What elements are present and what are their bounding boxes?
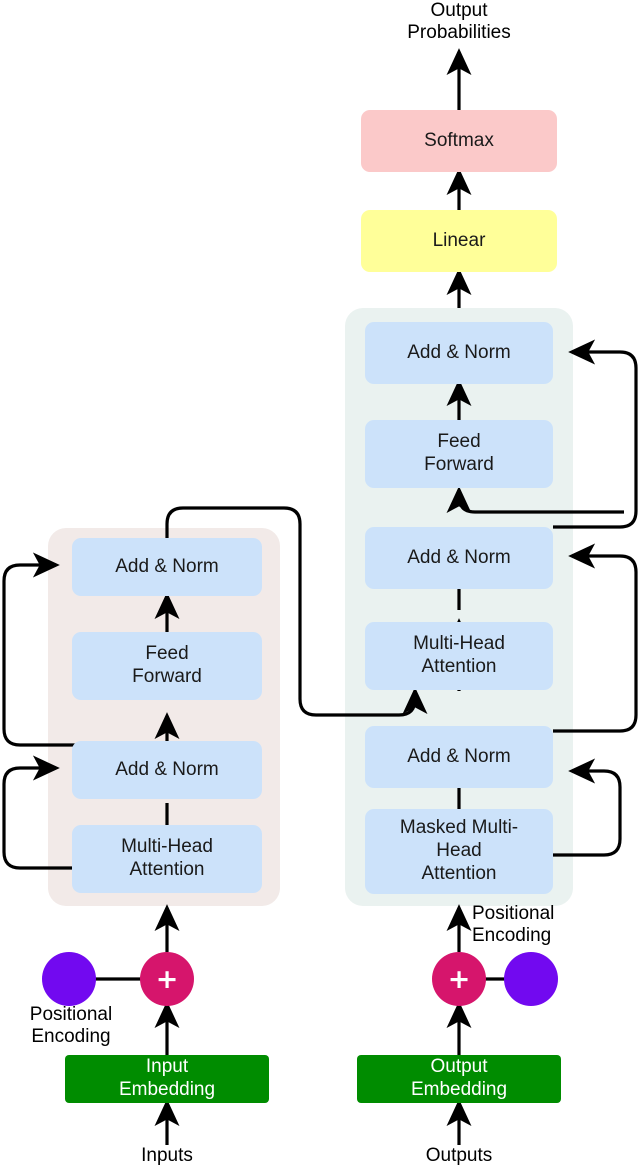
encoder-multi-head-attention: Multi-Head Attention <box>72 825 262 893</box>
softmax-node: Softmax <box>361 110 557 172</box>
decoder-add-norm-3: Add & Norm <box>365 322 553 384</box>
encoder-positional-encoding-label: Positional Encoding <box>29 1004 113 1048</box>
decoder-sum-node: + <box>432 952 486 1006</box>
decoder-add-norm-1: Add & Norm <box>365 726 553 788</box>
decoder-output-embedding: Output Embedding <box>357 1055 561 1103</box>
transformer-architecture-diagram: Output Probabilities Softmax Linear Add … <box>0 0 640 1171</box>
arrow-dec-addnorm2-to-ff <box>446 486 624 514</box>
residual-decoder-cross-attn <box>553 543 638 733</box>
decoder-masked-multi-head-attention: Masked Multi- Head Attention <box>365 809 553 894</box>
decoder-add-norm-2: Add & Norm <box>365 527 553 589</box>
residual-decoder-ff <box>553 339 638 529</box>
decoder-feed-forward: Feed Forward <box>365 420 553 488</box>
outputs-label: Outputs <box>425 1145 493 1166</box>
encoder-add-norm-2: Add & Norm <box>72 538 262 596</box>
output-probabilities-label: Output Probabilities <box>407 0 511 44</box>
decoder-multi-head-attention: Multi-Head Attention <box>365 622 553 690</box>
inputs-label: Inputs <box>141 1145 193 1166</box>
decoder-positional-encoding-label: Positional Encoding <box>472 903 555 947</box>
encoder-feed-forward: Feed Forward <box>72 632 262 700</box>
decoder-positional-encoding-circle <box>504 952 558 1006</box>
encoder-input-embedding: Input Embedding <box>65 1055 269 1103</box>
linear-node: Linear <box>361 210 557 272</box>
residual-decoder-self-attn <box>553 758 622 857</box>
encoder-add-norm-1: Add & Norm <box>72 741 262 799</box>
encoder-sum-node: + <box>140 952 194 1006</box>
encoder-positional-encoding-circle <box>42 952 96 1006</box>
